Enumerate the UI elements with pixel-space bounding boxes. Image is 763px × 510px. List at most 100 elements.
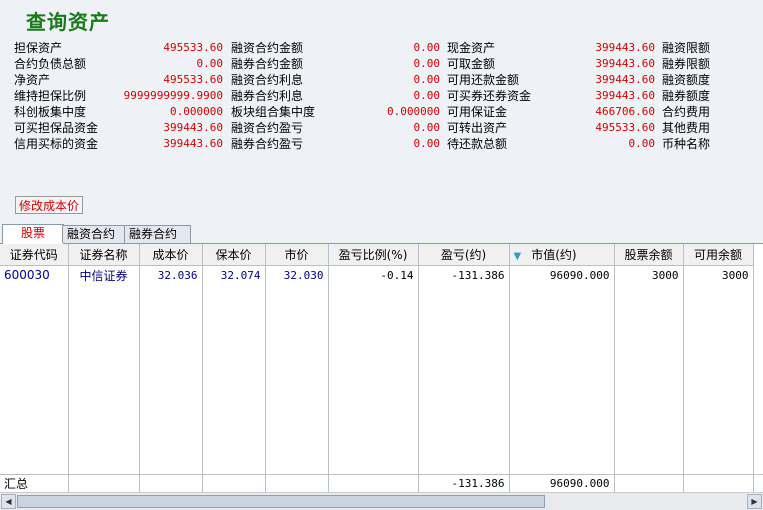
summary-row: 可取金额 399443.60	[447, 56, 655, 72]
field-label: 融券额度	[662, 89, 711, 103]
cell-pnl: -131.386	[418, 265, 510, 284]
field-value: 0.00	[413, 121, 441, 134]
col-header-pnl-ratio[interactable]: 盈亏比例(%)	[328, 244, 419, 266]
field-label: 其他费用	[662, 121, 711, 135]
scrollbar-thumb[interactable]	[17, 495, 545, 508]
summary-row: 融券额度	[662, 88, 752, 104]
tab-stocks[interactable]: 股票	[2, 224, 64, 244]
tab-short-contracts[interactable]: 融券合约	[124, 225, 191, 243]
summary-row: 融资合约金额 0.00	[231, 40, 440, 56]
col-header-price[interactable]: 市价	[265, 244, 329, 266]
field-value: 9999999999.9900	[123, 89, 223, 102]
field-label: 净资产	[14, 73, 51, 87]
col-header-name[interactable]: 证券名称	[68, 244, 140, 266]
field-label: 币种名称	[662, 137, 711, 151]
summary-empty-cell	[683, 475, 754, 492]
table-row[interactable]: 600030 中信证券 32.036 32.074 32.030 -0.14 -…	[0, 265, 754, 284]
field-value: 399443.60	[163, 121, 223, 134]
field-value: 0.000000	[387, 105, 440, 118]
field-label: 融券合约金额	[231, 57, 304, 71]
summary-empty-cell	[328, 475, 419, 492]
summary-col-1: 担保资产 495533.60 合约负债总额 0.00 净资产 495533.60 维持…	[14, 40, 223, 152]
field-label: 担保资产	[14, 41, 63, 55]
summary-row: 净资产 495533.60	[14, 72, 223, 88]
summary-row: 融资合约盈亏 0.00	[231, 120, 440, 136]
summary-row: 担保资产 495533.60	[14, 40, 223, 56]
summary-empty-cell	[139, 475, 203, 492]
field-value: 0.00	[413, 41, 441, 54]
summary-row: 可转出资产 495533.60	[447, 120, 655, 136]
scroll-left-icon[interactable]: ◀	[1, 494, 16, 509]
col-header-stock-balance[interactable]: 股票余额	[614, 244, 684, 266]
summary-col-4: 融资限额 融券限额 融资额度 融券额度 合约费用 其他费用 币种名称	[662, 40, 752, 152]
field-label: 融券合约利息	[231, 89, 304, 103]
summary-row: 维持担保比例 9999999999.9900	[14, 88, 223, 104]
table-header-row: 证券代码 证券名称 成本价 保本价 市价 盈亏比例(%) 盈亏(约) ▼ 市值(约…	[0, 244, 754, 266]
modify-cost-price-button[interactable]: 修改成本价	[15, 196, 84, 214]
field-value: 399443.60	[595, 89, 655, 102]
field-value: 0.00	[413, 137, 441, 150]
summary-row: 可买担保品资金 399443.60	[14, 120, 223, 136]
summary-row: 可买券还券资金 399443.60	[447, 88, 655, 104]
summary-col-2: 融资合约金额 0.00 融券合约金额 0.00 融资合约利息 0.00 融券合约利息 0…	[231, 40, 440, 152]
field-label: 现金资产	[447, 41, 496, 55]
cell-stock-balance: 3000	[614, 265, 684, 284]
field-value: 0.00	[628, 137, 656, 150]
cell-price: 32.030	[265, 265, 329, 284]
summary-row: 融资额度	[662, 72, 752, 88]
col-header-code[interactable]: 证券代码	[0, 244, 69, 266]
cell-pnl-ratio: -0.14	[328, 265, 419, 284]
cell-breakeven: 32.074	[202, 265, 266, 284]
col-header-available[interactable]: 可用余额	[683, 244, 754, 266]
summary-empty-cell	[265, 475, 329, 492]
summary-row: 融券合约金额 0.00	[231, 56, 440, 72]
field-value: 495533.60	[163, 41, 223, 54]
field-label: 融资合约利息	[231, 73, 304, 87]
field-value: 399443.60	[595, 57, 655, 70]
field-label: 融券限额	[662, 57, 711, 71]
summary-row: 现金资产 399443.60	[447, 40, 655, 56]
field-label: 可用还款金额	[447, 73, 520, 87]
summary-empty-cell	[614, 475, 684, 492]
col-header-cost[interactable]: 成本价	[139, 244, 203, 266]
horizontal-scrollbar[interactable]: ◀ ▶	[0, 492, 763, 510]
summary-row: 融资合约利息 0.00	[231, 72, 440, 88]
col-header-breakeven[interactable]: 保本价	[202, 244, 266, 266]
scroll-right-icon[interactable]: ▶	[747, 494, 762, 509]
field-label: 融资合约盈亏	[231, 121, 304, 135]
cell-code: 600030	[0, 265, 69, 284]
summary-row: 板块组合集中度 0.000000	[231, 104, 440, 120]
summary-row: 信用买标的资金 399443.60	[14, 136, 223, 152]
page-title: 查询资产	[26, 10, 110, 34]
summary-row: 可用还款金额 399443.60	[447, 72, 655, 88]
summary-row: 融券限额	[662, 56, 752, 72]
summary-row: 待还款总额 0.00	[447, 136, 655, 152]
field-value: 0.000000	[170, 105, 223, 118]
field-label: 待还款总额	[447, 137, 508, 151]
field-label: 可买担保品资金	[14, 121, 99, 135]
tab-bar: 股票 融资合约 融券合约	[0, 224, 763, 244]
summary-label: 汇总	[0, 475, 69, 492]
field-label: 可买券还券资金	[447, 89, 532, 103]
field-label: 科创板集中度	[14, 105, 87, 119]
field-value: 399443.60	[595, 41, 655, 54]
summary-market-value: 96090.000	[509, 475, 615, 492]
summary-pnl: -131.386	[418, 475, 510, 492]
field-value: 0.00	[413, 73, 441, 86]
field-label: 信用买标的资金	[14, 137, 99, 151]
field-label: 合约负债总额	[14, 57, 87, 71]
col-header-pnl[interactable]: 盈亏(约)	[418, 244, 510, 266]
empty-row	[0, 284, 754, 476]
col-header-market-value[interactable]: ▼ 市值(约)	[509, 244, 615, 266]
field-value: 495533.60	[595, 121, 655, 134]
table-summary-row: 汇总 -131.386 96090.000	[0, 474, 763, 493]
field-label: 板块组合集中度	[231, 105, 316, 119]
cell-market-value: 96090.000	[509, 265, 615, 284]
summary-row: 可用保证金 466706.60	[447, 104, 655, 120]
tab-margin-contracts[interactable]: 融资合约	[62, 225, 127, 243]
summary-row: 融资限额	[662, 40, 752, 56]
field-label: 合约费用	[662, 105, 711, 119]
field-label: 融券合约盈亏	[231, 137, 304, 151]
field-label: 维持担保比例	[14, 89, 87, 103]
field-value: 399443.60	[595, 73, 655, 86]
